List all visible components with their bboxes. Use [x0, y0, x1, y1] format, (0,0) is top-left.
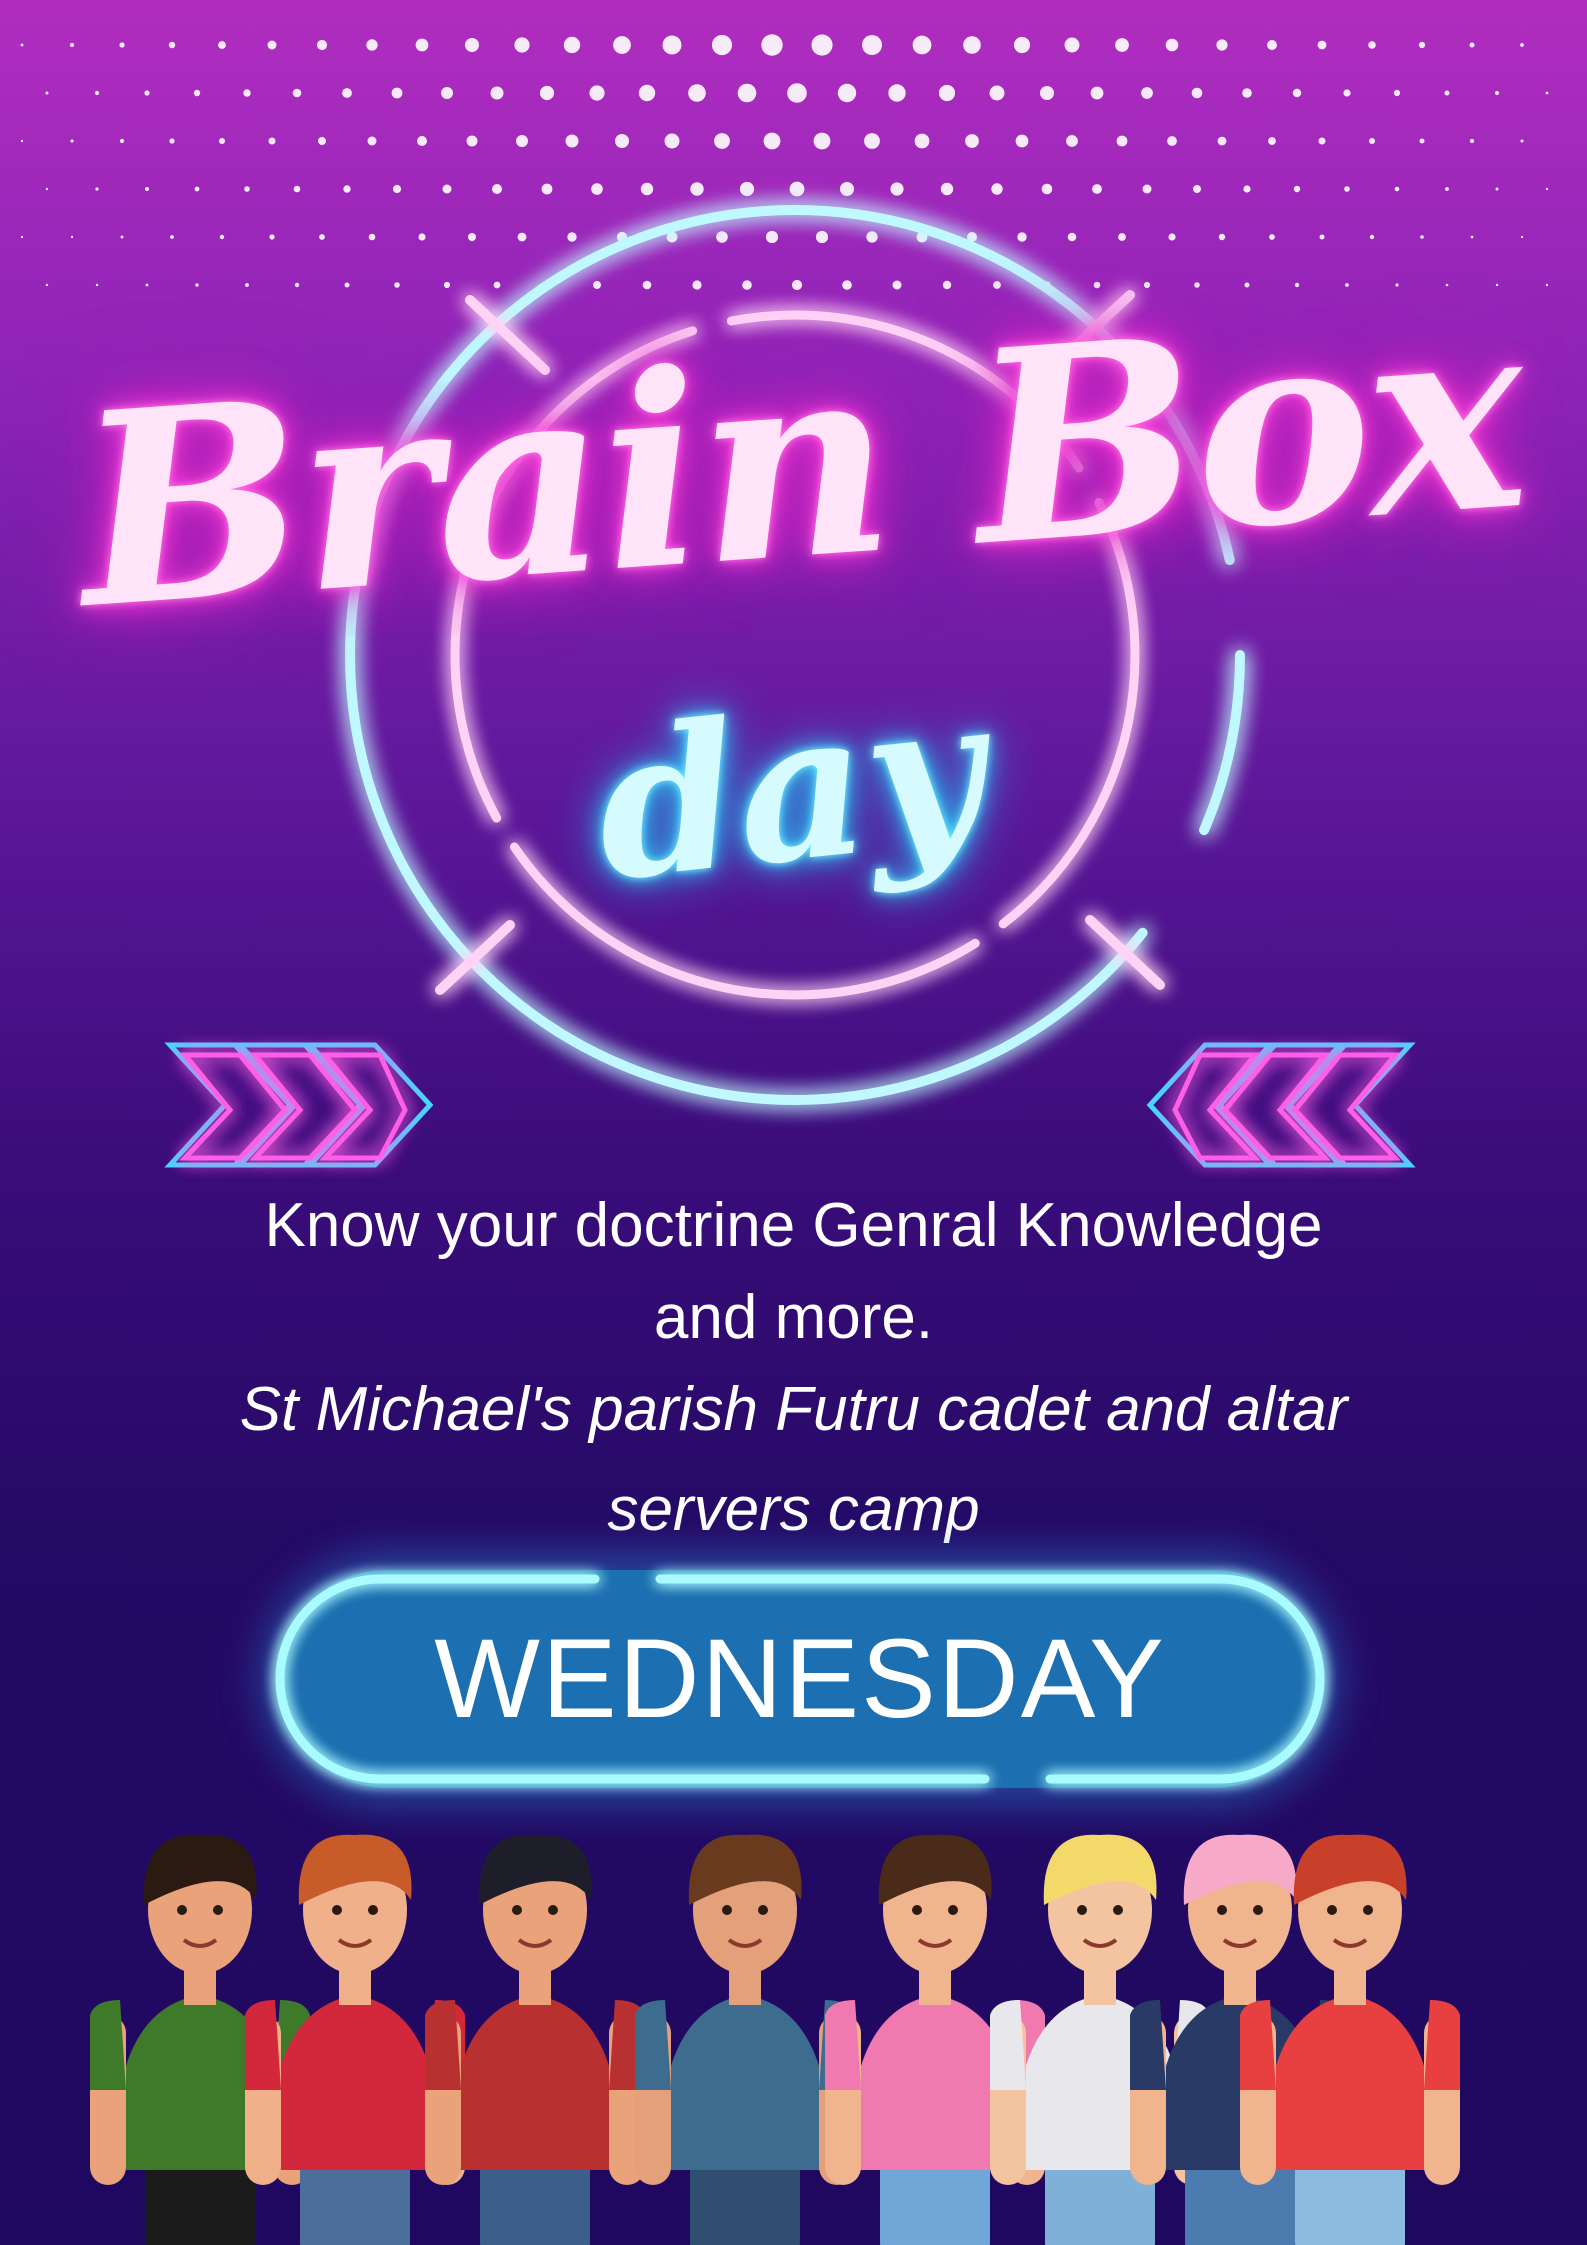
description-line-4: servers camp — [607, 1475, 980, 1544]
title-day: day — [585, 652, 995, 927]
poster: Brain Box day Know your doctrine Genral … — [0, 0, 1587, 2245]
weekday-label: WEDNESDAY — [434, 1616, 1166, 1741]
group-of-young-people-illustration — [90, 1834, 1460, 2245]
description-line-1: Know your doctrine Genral Knowledge — [264, 1191, 1323, 1260]
description-line-3: St Michael's parish Futru cadet and alta… — [239, 1375, 1348, 1444]
chevrons-left-icon — [1146, 1042, 1416, 1168]
person-figure — [635, 1834, 855, 2245]
description-line-2: and more. — [653, 1283, 934, 1352]
person-figure — [425, 1834, 645, 2245]
chevrons-right-icon — [164, 1042, 434, 1168]
